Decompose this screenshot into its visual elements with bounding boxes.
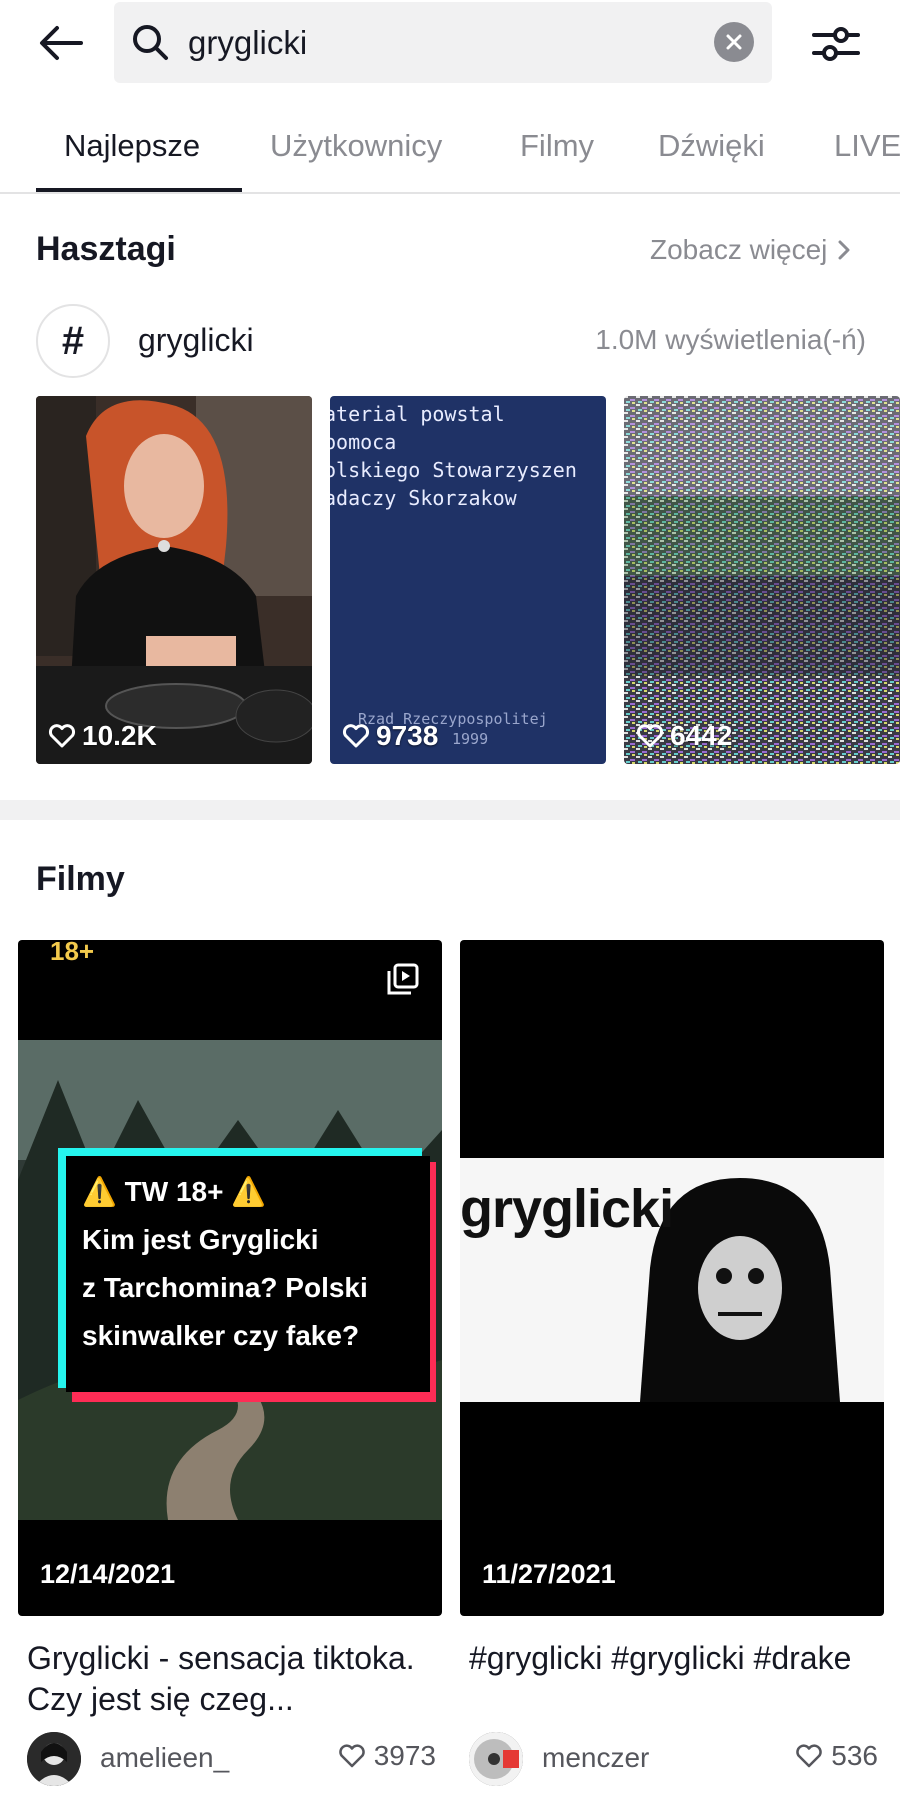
hashtag-video-thumb[interactable]: aterial powstal pomoca olskiego Stowarzy… <box>330 396 606 764</box>
chevron-right-icon <box>838 240 850 260</box>
avatar-image <box>469 1732 523 1786</box>
active-tab-indicator <box>36 188 242 192</box>
tab-top[interactable]: Najlepsze <box>64 128 200 164</box>
search-query-text[interactable]: gryglicki <box>188 24 307 62</box>
tab-live[interactable]: LIVE <box>834 128 900 164</box>
video-card[interactable]: gryglicki 11/27/2021 #gryglicki #gryglic… <box>460 940 884 1786</box>
heart-outline-icon <box>48 724 76 748</box>
search-input[interactable]: gryglicki <box>114 2 772 83</box>
screen-text-line: aterial powstal <box>330 402 505 426</box>
carousel-icon <box>387 963 419 995</box>
screen-footer-year: 1999 <box>452 730 489 748</box>
tab-sounds[interactable]: Dźwięki <box>658 128 765 164</box>
thumb-likes-value: 10.2K <box>82 720 157 751</box>
thumb-like-count: 10.2K <box>48 720 157 752</box>
hashtag-video-thumb[interactable]: 10.2K <box>36 396 312 764</box>
overlay-word: gryglicki <box>460 1179 674 1239</box>
search-icon <box>133 25 168 60</box>
hashtag-thumbnails: 10.2K aterial powstal pomoca olskiego St… <box>36 396 900 764</box>
heart-outline-icon <box>338 1744 365 1768</box>
see-more-label: Zobacz więcej <box>650 234 828 265</box>
avatar[interactable] <box>27 1732 81 1786</box>
age-badge: 18+ <box>50 940 95 966</box>
section-divider <box>0 800 900 820</box>
overlay-line: z Tarchomina? Polski <box>82 1272 368 1303</box>
video-date: 11/27/2021 <box>482 1559 616 1589</box>
video-likes-value: 3973 <box>373 1740 436 1771</box>
back-button[interactable] <box>34 20 88 66</box>
video-thumbnail-image <box>624 396 900 764</box>
hashtag-views: 1.0M wyświetlenia(-ń) <box>595 324 866 355</box>
hashtag-result[interactable]: # gryglicki 1.0M wyświetlenia(-ń) <box>36 304 866 380</box>
hashtags-section-title: Hasztagi <box>36 230 176 268</box>
overlay-line: Kim jest Gryglicki <box>82 1224 319 1255</box>
thumb-likes-value: 6442 <box>670 720 733 751</box>
sliders-icon <box>812 27 860 61</box>
screen-text-line: adaczy Skorzakow <box>330 486 517 510</box>
author-name[interactable]: amelieen_ <box>100 1742 229 1774</box>
video-like-count: 3973 <box>338 1740 436 1772</box>
author-name[interactable]: menczer <box>542 1742 649 1774</box>
filter-button[interactable] <box>808 16 864 72</box>
tab-videos[interactable]: Filmy <box>520 128 594 164</box>
video-meta: amelieen_ 3973 <box>18 1730 442 1786</box>
thumb-like-count: 9738 <box>342 720 438 752</box>
close-icon <box>726 34 742 50</box>
video-description: Gryglicki - sensacja tiktoka. Czy jest s… <box>27 1640 415 1717</box>
video-date: 12/14/2021 <box>40 1559 176 1589</box>
see-more-link[interactable]: Zobacz więcej <box>650 234 851 266</box>
arrow-left-icon <box>40 26 83 60</box>
video-thumbnail: gryglicki 11/27/2021 <box>460 940 884 1616</box>
overlay-line: ⚠️ TW 18+ ⚠️ <box>82 1176 267 1207</box>
heart-outline-icon <box>636 724 664 748</box>
hashtag-icon: # <box>36 304 110 378</box>
overlay-line: skinwalker czy fake? <box>82 1320 360 1351</box>
screen-text-line: pomoca <box>330 430 397 454</box>
thumb-likes-value: 9738 <box>376 720 439 751</box>
heart-outline-icon <box>342 724 370 748</box>
avatar-image <box>27 1732 81 1786</box>
screen-text-line: olskiego Stowarzyszen <box>330 458 577 482</box>
avatar[interactable] <box>469 1732 523 1786</box>
title-overlay: ⚠️ TW 18+ ⚠️ Kim jest Gryglicki z Tarcho… <box>66 1156 430 1392</box>
clear-search-button[interactable] <box>714 22 754 62</box>
search-tabs: Najlepsze Użytkownicy Filmy Dźwięki LIVE <box>0 112 900 194</box>
video-description: #gryglicki #gryglicki #drake <box>469 1640 852 1676</box>
search-header: gryglicki <box>0 0 900 90</box>
video-meta: menczer 536 <box>460 1730 884 1786</box>
video-likes-value: 536 <box>831 1740 878 1771</box>
video-like-count: 536 <box>795 1740 878 1772</box>
thumb-like-count: 6442 <box>636 720 732 752</box>
video-card[interactable]: 18+ ⚠️ TW 18+ ⚠️ Kim jest Gryglicki z Ta… <box>18 940 442 1786</box>
tab-users[interactable]: Użytkownicy <box>270 128 442 164</box>
videos-section-title: Filmy <box>36 860 125 898</box>
heart-outline-icon <box>796 1744 823 1768</box>
hashtag-video-thumb[interactable]: 6442 <box>624 396 900 764</box>
video-thumbnail-image <box>36 396 312 764</box>
hashtag-name: gryglicki <box>138 322 254 358</box>
video-thumbnail: 18+ ⚠️ TW 18+ ⚠️ Kim jest Gryglicki z Ta… <box>18 940 442 1616</box>
